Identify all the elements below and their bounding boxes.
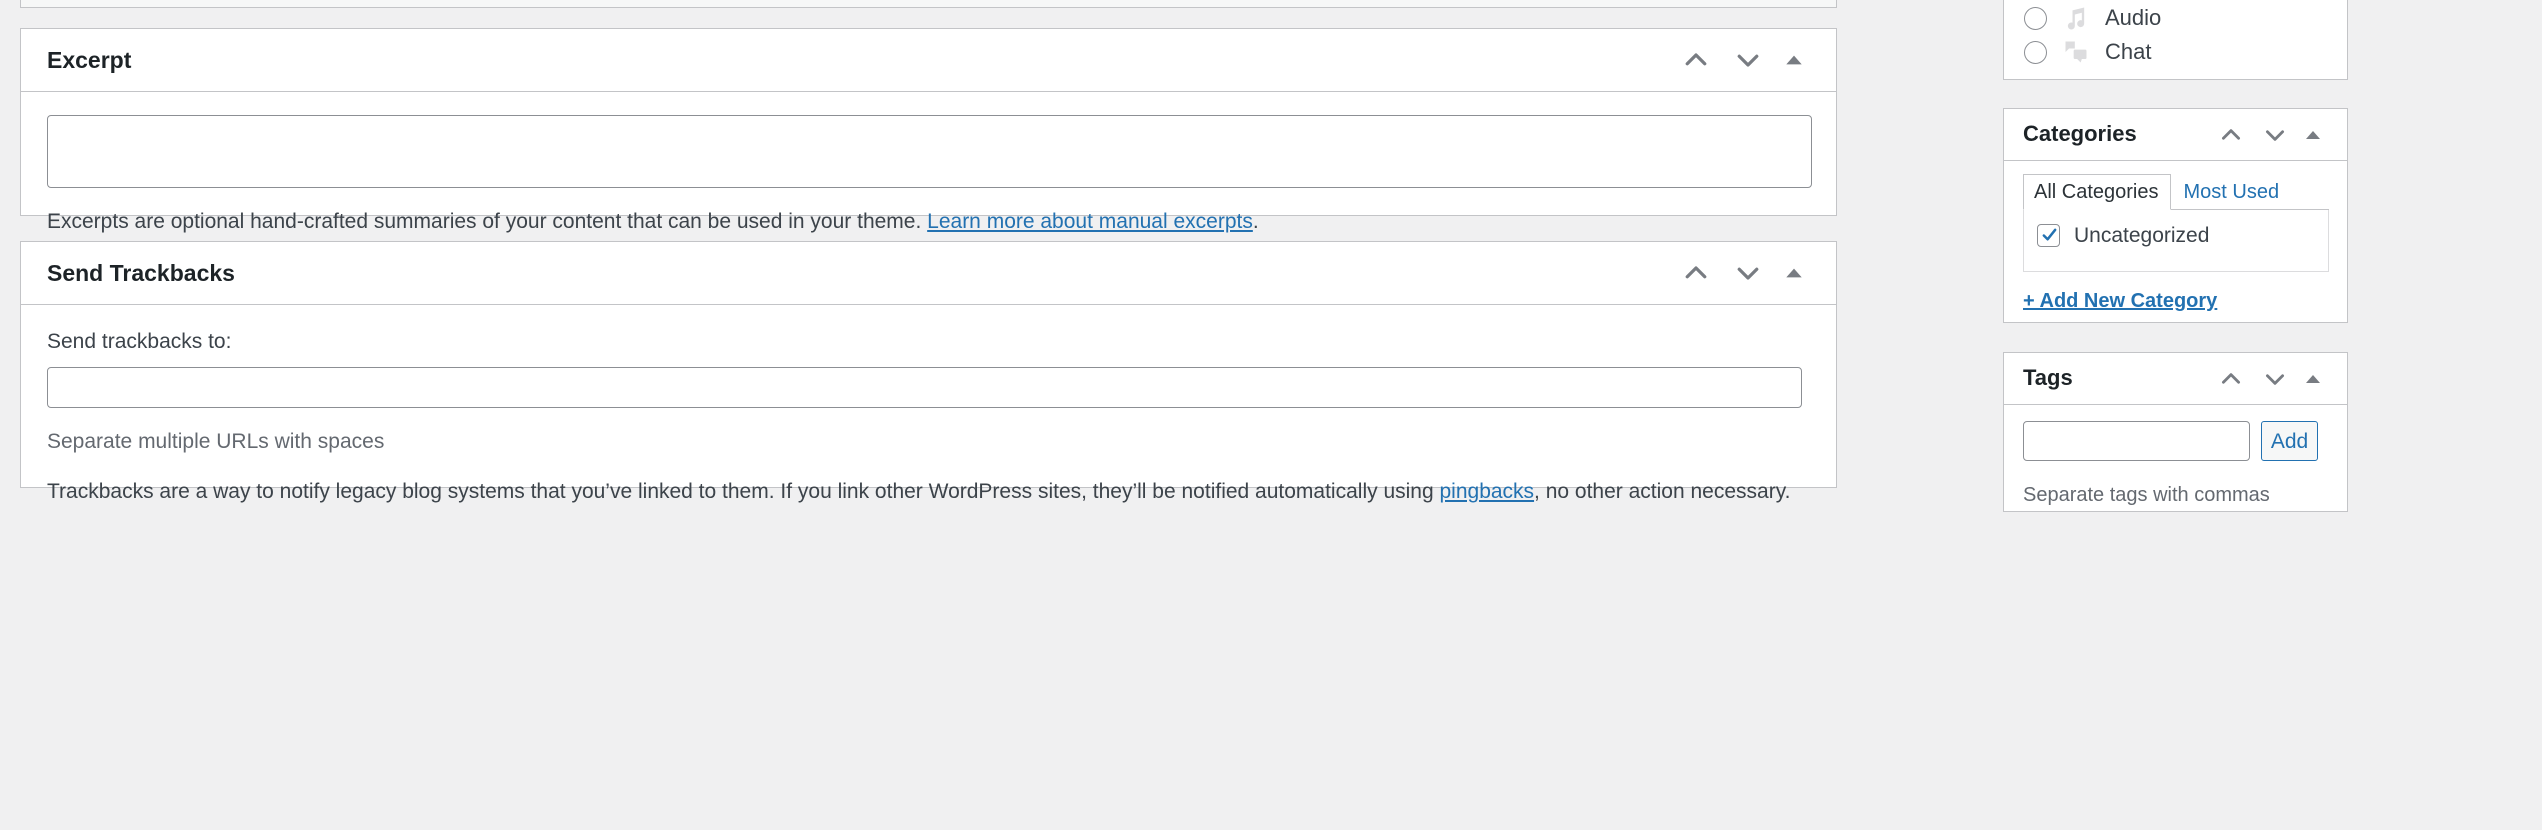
tags-input-row: Add [2023, 421, 2329, 461]
tags-handle-actions [2209, 357, 2329, 401]
tags-panel-title: Tags [2023, 365, 2073, 391]
tags-panel-header: Tags [2004, 353, 2347, 405]
chevron-down-icon [1733, 45, 1763, 75]
send-trackbacks-panel: Send Trackbacks Send trackbacks to: Sepa… [20, 241, 1837, 503]
category-checklist: Uncategorized [2023, 210, 2329, 272]
new-tag-input[interactable] [2023, 421, 2250, 461]
chevron-down-icon [2262, 122, 2288, 148]
move-down-icon-button[interactable] [2253, 357, 2297, 401]
toggle-panel-icon-button[interactable] [2297, 113, 2329, 157]
excerpt-help-text: Excerpts are optional hand-crafted summa… [47, 206, 1810, 238]
excerpt-help-suffix: . [1252, 210, 1259, 233]
excerpt-textarea[interactable] [47, 115, 1812, 188]
chat-format-icon [2062, 38, 2090, 66]
trackbacks-desc-suffix: , no other action necessary. [1534, 480, 1791, 504]
categories-panel: Categories All Categories Most Used Unca… [2003, 108, 2348, 323]
category-item-label: Uncategorized [2074, 224, 2210, 247]
add-new-category-link[interactable]: + Add New Category [2023, 290, 2217, 313]
add-tag-button[interactable]: Add [2261, 421, 2318, 461]
toggle-panel-icon-button[interactable] [2297, 357, 2329, 401]
triangle-up-icon [2303, 369, 2323, 389]
toggle-panel-icon-button[interactable] [1774, 247, 1814, 299]
move-down-icon-button[interactable] [1722, 34, 1774, 86]
post-format-label: Chat [2105, 39, 2152, 64]
chevron-up-icon [1681, 45, 1711, 75]
tags-panel: Tags Add Separate tags with commas [2003, 352, 2348, 512]
category-item-uncategorized[interactable]: Uncategorized [2037, 224, 2328, 247]
chevron-down-icon [1733, 258, 1763, 288]
wordpress-post-editor-screen: Excerpt Excerpts are optional hand-craft… [0, 0, 2542, 830]
partial-panel-above-excerpt [20, 0, 1837, 8]
send-trackbacks-to-label: Send trackbacks to: [47, 330, 232, 353]
excerpt-panel-title: Excerpt [47, 46, 132, 73]
excerpt-panel-handle-actions [1670, 34, 1814, 86]
excerpt-panel-header: Excerpt [21, 29, 1836, 92]
send-trackbacks-panel-header: Send Trackbacks [21, 242, 1836, 305]
send-trackbacks-panel-body: Send trackbacks to: Separate multiple UR… [21, 305, 1836, 509]
move-up-icon-button[interactable] [1670, 247, 1722, 299]
chevron-up-icon [1681, 258, 1711, 288]
tab-all-categories[interactable]: All Categories [2023, 174, 2171, 210]
post-format-option-audio[interactable]: Audio [2024, 1, 2327, 35]
categories-panel-header: Categories [2004, 109, 2347, 161]
triangle-up-icon [2303, 125, 2323, 145]
post-format-panel-body: Audio Chat [2004, 0, 2347, 85]
move-up-icon-button[interactable] [2209, 357, 2253, 401]
radio-audio[interactable] [2024, 6, 2047, 30]
move-down-icon-button[interactable] [2253, 113, 2297, 157]
chevron-up-icon [2218, 122, 2244, 148]
checkbox-uncategorized[interactable] [2037, 224, 2060, 247]
send-trackbacks-panel-title: Send Trackbacks [47, 259, 235, 286]
tags-separate-with-commas-hint: Separate tags with commas [2023, 484, 2270, 506]
move-up-icon-button[interactable] [2209, 113, 2253, 157]
send-trackbacks-to-input[interactable] [47, 367, 1802, 409]
tab-most-used[interactable]: Most Used [2171, 175, 2291, 209]
move-up-icon-button[interactable] [1670, 34, 1722, 86]
categories-handle-actions [2209, 113, 2329, 157]
categories-panel-body: All Categories Most Used Uncategorized +… [2004, 161, 2347, 313]
categories-tablist: All Categories Most Used [2023, 174, 2329, 210]
radio-chat[interactable] [2024, 40, 2047, 64]
post-format-panel: Audio Chat [2003, 0, 2348, 80]
categories-panel-title: Categories [2023, 121, 2137, 147]
learn-more-manual-excerpts-link[interactable]: Learn more about manual excerpts [927, 210, 1253, 233]
toggle-panel-icon-button[interactable] [1774, 34, 1814, 86]
chevron-down-icon [2262, 366, 2288, 392]
tags-panel-body: Add Separate tags with commas [2004, 405, 2347, 507]
chevron-up-icon [2218, 366, 2244, 392]
move-down-icon-button[interactable] [1722, 247, 1774, 299]
trackbacks-desc-prefix: Trackbacks are a way to notify legacy bl… [47, 480, 1440, 504]
send-trackbacks-handle-actions [1670, 247, 1814, 299]
trackbacks-separate-urls-hint: Separate multiple URLs with spaces [47, 430, 385, 454]
triangle-up-icon [1783, 49, 1805, 71]
post-format-label: Audio [2105, 5, 2162, 30]
excerpt-panel-body: Excerpts are optional hand-crafted summa… [21, 92, 1836, 238]
trackbacks-description: Trackbacks are a way to notify legacy bl… [47, 476, 1810, 509]
post-format-option-chat[interactable]: Chat [2024, 35, 2327, 69]
excerpt-help-prefix: Excerpts are optional hand-crafted summa… [47, 210, 928, 233]
triangle-up-icon [1783, 262, 1805, 284]
pingbacks-link[interactable]: pingbacks [1439, 480, 1534, 503]
audio-format-icon [2062, 4, 2090, 32]
excerpt-panel: Excerpt Excerpts are optional hand-craft… [20, 28, 1837, 260]
